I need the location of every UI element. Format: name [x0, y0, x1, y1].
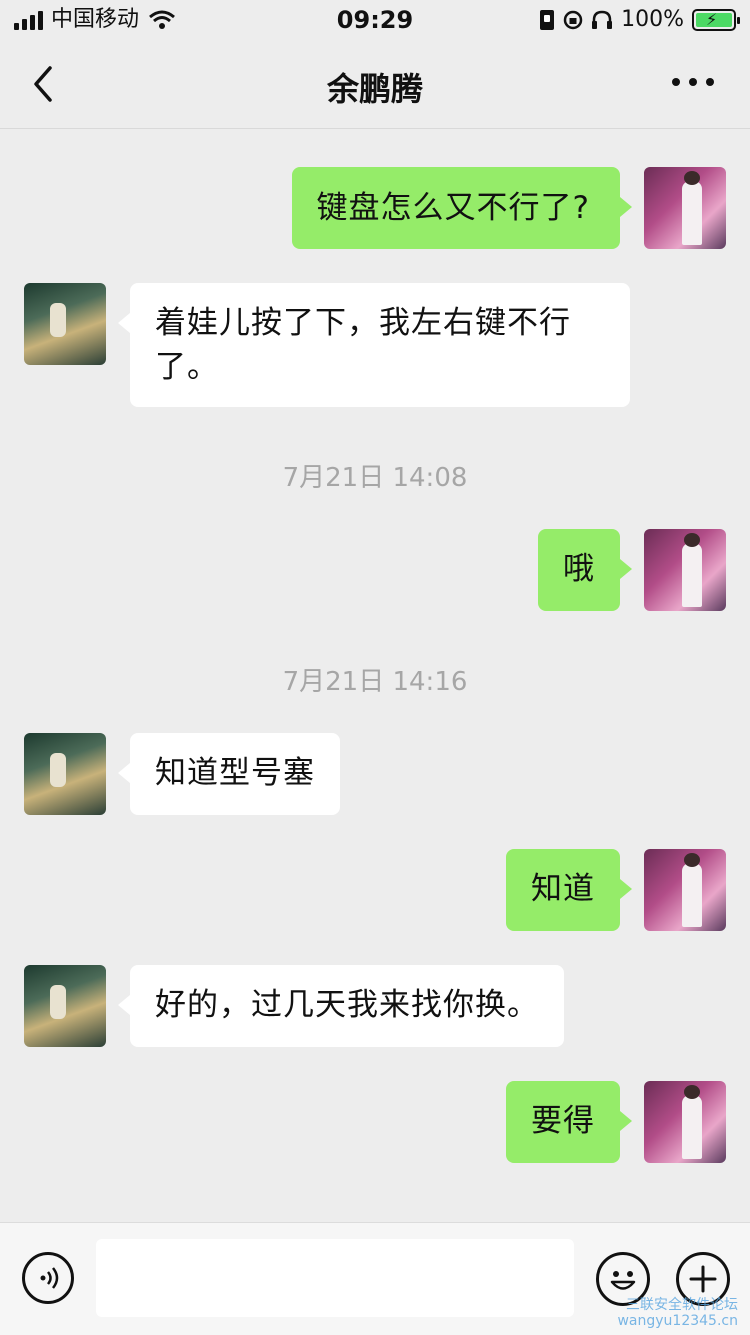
more-dots-icon[interactable] — [672, 78, 714, 86]
watermark-line1: 三联安全软件论坛 — [626, 1297, 738, 1313]
my-avatar[interactable] — [644, 167, 726, 249]
contact-avatar[interactable] — [24, 965, 106, 1047]
contact-name: 余鹏腾 — [326, 70, 423, 108]
forum-watermark: 三联安全软件论坛 wangyu12345.cn — [617, 1297, 738, 1329]
received-message-bubble[interactable]: 好的，过几天我来找你换。 — [118, 965, 564, 1047]
sent-message-bubble[interactable]: 要得 — [506, 1081, 632, 1163]
input-bar: 三联安全软件论坛 wangyu12345.cn — [0, 1222, 750, 1335]
contact-avatar[interactable] — [24, 283, 106, 365]
voice-icon[interactable] — [22, 1252, 74, 1304]
message-input[interactable] — [96, 1239, 574, 1317]
watermark-line2: wangyu12345.cn — [617, 1313, 738, 1329]
battery-percent: 100% — [621, 7, 684, 32]
my-avatar[interactable] — [644, 1081, 726, 1163]
lock-screen-icon — [540, 9, 555, 30]
chat-header: 余鹏腾 — [0, 40, 750, 129]
message-list[interactable]: 键盘怎么又不行了? 着娃儿按了下，我左右键不行了。 7月21日 14:08 哦 … — [0, 129, 750, 1222]
received-message-bubble[interactable]: 知道型号塞 — [118, 733, 340, 815]
battery-icon: ⚡ — [692, 8, 740, 31]
my-avatar[interactable] — [644, 849, 726, 931]
sent-message-bubble[interactable]: 键盘怎么又不行了? — [291, 167, 633, 249]
message-timestamp: 7月21日 14:08 — [282, 463, 468, 493]
rotation-lock-icon — [563, 10, 583, 29]
message-timestamp: 7月21日 14:16 — [282, 667, 468, 697]
sent-message-bubble[interactable]: 知道 — [506, 849, 632, 931]
sent-message-bubble[interactable]: 哦 — [538, 529, 632, 611]
received-message-bubble[interactable]: 着娃儿按了下，我左右键不行了。 — [118, 283, 630, 407]
headphones-icon — [592, 10, 613, 29]
my-avatar[interactable] — [644, 529, 726, 611]
contact-avatar[interactable] — [24, 733, 106, 815]
status-bar: 中国移动 09:29 100% ⚡ — [0, 0, 750, 40]
